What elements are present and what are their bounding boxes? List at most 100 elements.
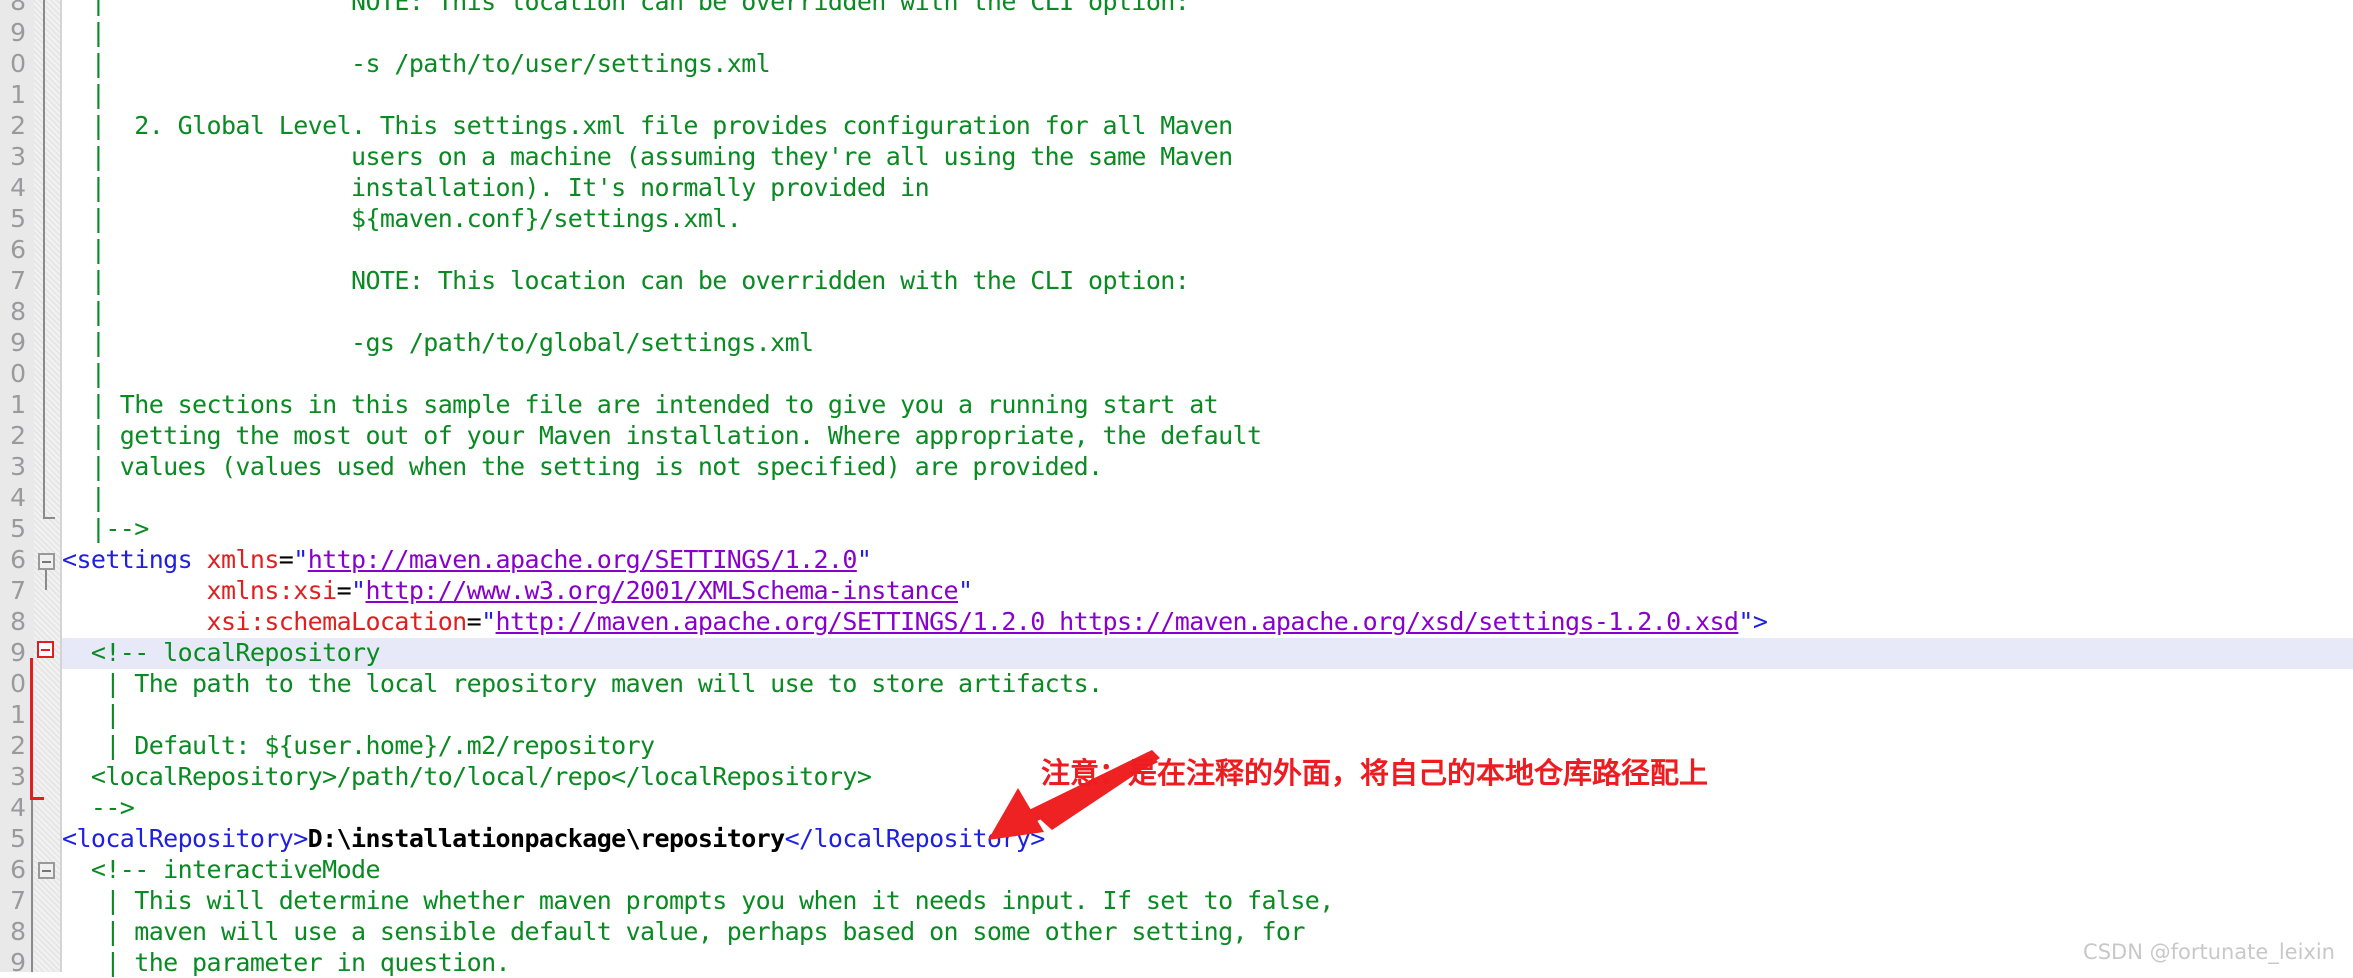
- code-line[interactable]: | values (values used when the setting i…: [62, 451, 2353, 482]
- code-content[interactable]: | NOTE: This location can be overridden …: [62, 0, 2353, 977]
- fold-connector-local-repository: [31, 800, 33, 972]
- code-line[interactable]: | installation). It's normally provided …: [62, 172, 2353, 203]
- code-token-url: http://maven.apache.org/SETTINGS/1.2.0 h…: [495, 607, 1739, 636]
- code-token-comment: |: [62, 700, 120, 729]
- code-token-tag: <localRepository>: [62, 824, 308, 853]
- annotation-note-text: 注意：是在注释的外面，将自己的本地仓库路径配上: [1041, 756, 1709, 790]
- change-bar-modified-block[interactable]: [30, 658, 33, 800]
- line-number: 4: [10, 173, 26, 202]
- code-token-punct: =: [466, 607, 482, 636]
- line-number: 4: [10, 483, 26, 512]
- code-token-str: ": [1738, 607, 1753, 636]
- code-token-str: ": [856, 545, 872, 574]
- code-token-comment: | ${maven.conf}/settings.xml.: [62, 204, 742, 233]
- code-line[interactable]: | -gs /path/to/global/settings.xml: [62, 327, 2353, 358]
- code-token-str: ": [481, 607, 496, 636]
- line-number: 0: [10, 49, 26, 78]
- fold-collapse-icon-interactive-mode[interactable]: [38, 862, 55, 879]
- fold-collapse-icon-settings[interactable]: [38, 553, 55, 570]
- code-token-str: ": [351, 576, 366, 605]
- line-number: 0: [10, 669, 26, 698]
- code-line[interactable]: -->: [62, 792, 2353, 823]
- code-line[interactable]: <settings xmlns="http://maven.apache.org…: [62, 544, 2353, 575]
- code-line[interactable]: | getting the most out of your Maven ins…: [62, 420, 2353, 451]
- code-token-comment: |: [62, 297, 106, 326]
- fold-connector-settings: [45, 570, 47, 590]
- code-token-url: http://maven.apache.org/SETTINGS/1.2.0: [307, 545, 858, 574]
- code-token-comment: | maven will use a sensible default valu…: [62, 917, 1305, 946]
- code-token-comment: |: [62, 483, 106, 512]
- code-line[interactable]: |: [62, 358, 2353, 389]
- line-number: 8: [10, 297, 26, 326]
- line-number: 9: [10, 948, 26, 977]
- fold-collapse-icon-local-repository-comment[interactable]: [37, 641, 54, 658]
- line-number: 3: [10, 452, 26, 481]
- code-token-comment: | 2. Global Level. This settings.xml fil…: [62, 111, 1233, 140]
- code-line[interactable]: | 2. Global Level. This settings.xml fil…: [62, 110, 2353, 141]
- line-number: 8: [10, 607, 26, 636]
- code-line[interactable]: |: [62, 699, 2353, 730]
- code-token-comment: |: [62, 359, 106, 388]
- fold-region-line-settings: [43, 0, 45, 519]
- code-token-comment: -->: [62, 793, 135, 822]
- watermark-label: CSDN @fortunate_leixin: [2083, 940, 2335, 964]
- code-line[interactable]: |-->: [62, 513, 2353, 544]
- code-token-comment: | -gs /path/to/global/settings.xml: [62, 328, 814, 357]
- code-token-comment: |-->: [62, 514, 149, 543]
- code-line[interactable]: | the parameter in question.: [62, 947, 2353, 978]
- line-number: 3: [10, 142, 26, 171]
- line-number: 6: [10, 545, 26, 574]
- code-token-comment: | The path to the local repository maven…: [62, 669, 1103, 698]
- code-line[interactable]: | NOTE: This location can be overridden …: [62, 265, 2353, 296]
- line-number: 1: [10, 80, 26, 109]
- line-number: 4: [10, 793, 26, 822]
- code-line[interactable]: |: [62, 79, 2353, 110]
- code-token-comment: |: [62, 80, 106, 109]
- code-line[interactable]: <!-- interactiveMode: [62, 854, 2353, 885]
- fold-region-foot-settings: [43, 517, 55, 519]
- code-line[interactable]: xmlns:xsi="http://www.w3.org/2001/XMLSch…: [62, 575, 2353, 606]
- code-token-str: ": [958, 576, 973, 605]
- line-number: 2: [10, 111, 26, 140]
- line-number: 2: [10, 421, 26, 450]
- line-number: 6: [10, 855, 26, 884]
- line-number: 2: [10, 731, 26, 760]
- code-line[interactable]: |: [62, 482, 2353, 513]
- code-token-comment: | NOTE: This location can be overridden …: [62, 0, 1190, 16]
- code-line[interactable]: |: [62, 296, 2353, 327]
- code-line[interactable]: | The sections in this sample file are i…: [62, 389, 2353, 420]
- code-folding-gutter[interactable]: [34, 0, 60, 972]
- line-number: 9: [10, 18, 26, 47]
- code-token-comment: | users on a machine (assuming they're a…: [62, 142, 1233, 171]
- code-line[interactable]: xsi:schemaLocation="http://maven.apache.…: [62, 606, 2353, 637]
- code-token-comment: | getting the most out of your Maven ins…: [62, 421, 1262, 450]
- code-line[interactable]: | ${maven.conf}/settings.xml.: [62, 203, 2353, 234]
- line-number: 8: [10, 0, 26, 16]
- code-token-comment: <!-- localRepository: [62, 638, 381, 667]
- code-line[interactable]: |: [62, 234, 2353, 265]
- line-number: 0: [10, 359, 26, 388]
- code-token-comment: | the parameter in question.: [62, 948, 510, 977]
- line-number: 9: [10, 328, 26, 357]
- code-token-comment: |: [62, 18, 106, 47]
- code-editor[interactable]: | NOTE: This location can be overridden …: [0, 0, 2353, 977]
- code-token-comment: | The sections in this sample file are i…: [62, 390, 1219, 419]
- code-line[interactable]: | maven will use a sensible default valu…: [62, 916, 2353, 947]
- code-token-punct: [62, 607, 207, 636]
- code-token-str: ": [293, 545, 308, 574]
- code-line[interactable]: | This will determine whether maven prom…: [62, 885, 2353, 916]
- code-line[interactable]: | The path to the local repository maven…: [62, 668, 2353, 699]
- code-line[interactable]: | NOTE: This location can be overridden …: [62, 0, 2353, 17]
- code-token-attr: xsi:schemaLocation: [206, 607, 468, 636]
- code-line[interactable]: | -s /path/to/user/settings.xml: [62, 48, 2353, 79]
- gutter-divider: [60, 0, 62, 972]
- code-line[interactable]: <localRepository>D:\installationpackage\…: [62, 823, 2353, 854]
- code-line[interactable]: <!-- localRepository: [62, 637, 2353, 668]
- code-token-comment: | -s /path/to/user/settings.xml: [62, 49, 771, 78]
- code-token-tag: <settings: [62, 545, 207, 574]
- code-token-comment: |: [62, 235, 106, 264]
- code-line[interactable]: | users on a machine (assuming they're a…: [62, 141, 2353, 172]
- code-token-comment: | values (values used when the setting i…: [62, 452, 1103, 481]
- line-number: 5: [10, 824, 26, 853]
- code-line[interactable]: |: [62, 17, 2353, 48]
